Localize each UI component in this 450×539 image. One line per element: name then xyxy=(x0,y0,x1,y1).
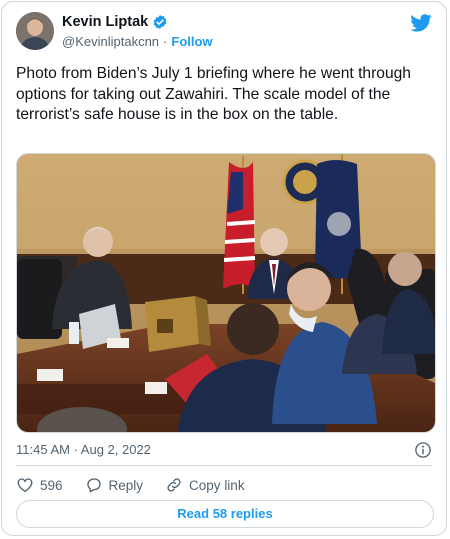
reply-button[interactable]: Reply xyxy=(85,476,144,494)
reply-label: Reply xyxy=(108,477,144,493)
read-replies-button[interactable]: Read 58 replies xyxy=(16,500,434,528)
verified-badge-icon xyxy=(153,15,167,29)
follow-button[interactable]: Follow xyxy=(171,34,212,49)
heart-icon xyxy=(17,478,33,493)
copy-link-button[interactable]: Copy link xyxy=(165,476,245,494)
tweet-timestamp[interactable]: 11:45 AM · Aug 2, 2022 xyxy=(16,442,151,457)
tweet-card: Kevin Liptak @Kevinliptakcnn · Follow Ph… xyxy=(1,1,447,536)
tweet-photo[interactable] xyxy=(16,153,436,433)
tweet-text: Photo from Biden’s July 1 briefing where… xyxy=(16,65,411,123)
like-count: 596 xyxy=(40,477,63,493)
avatar[interactable] xyxy=(16,12,54,50)
author-handle-row: @Kevinliptakcnn · Follow xyxy=(62,34,213,49)
like-button[interactable]: 596 xyxy=(16,476,63,494)
action-bar: 596 Reply Copy link xyxy=(16,476,267,494)
copy-link-label: Copy link xyxy=(189,477,245,493)
twitter-bird-icon[interactable] xyxy=(410,14,432,37)
author-handle[interactable]: @Kevinliptakcnn xyxy=(62,34,159,49)
divider xyxy=(16,465,432,466)
link-icon xyxy=(167,478,181,492)
separator: · xyxy=(163,34,168,49)
reply-icon xyxy=(86,478,101,493)
info-icon[interactable] xyxy=(414,441,432,464)
author-name[interactable]: Kevin Liptak xyxy=(62,14,168,30)
